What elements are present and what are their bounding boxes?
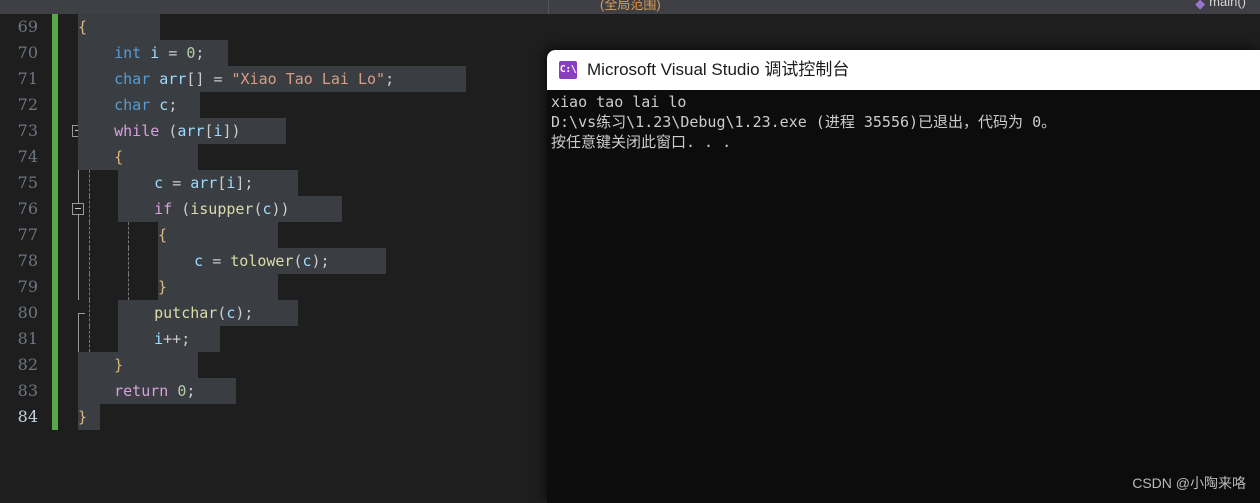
indent-guide xyxy=(89,300,90,326)
line-number: 70 xyxy=(17,43,38,62)
change-bar xyxy=(52,170,58,196)
line-number: 77 xyxy=(17,225,38,244)
line-number: 69 xyxy=(17,17,38,36)
console-output-area[interactable]: xiao tao lai lo D:\vs练习\1.23\Debug\1.23.… xyxy=(547,90,1260,503)
line-number: 78 xyxy=(17,251,38,270)
context-member-label: main() xyxy=(1209,0,1246,9)
line-number: 82 xyxy=(17,355,38,374)
line-number: 74 xyxy=(17,147,38,166)
line-number: 81 xyxy=(17,329,38,348)
code-text: c = tolower(c); xyxy=(158,248,386,274)
indent-guide xyxy=(128,222,129,248)
change-bar xyxy=(52,248,58,274)
code-text: } xyxy=(158,274,278,300)
console-output-line: xiao tao lai lo xyxy=(551,93,687,111)
line-number-current: 84 xyxy=(17,407,38,426)
code-line[interactable]: 69 { xyxy=(0,14,1260,40)
indent-guide xyxy=(89,170,90,196)
change-bar xyxy=(52,118,58,144)
indent-guide xyxy=(89,326,90,352)
console-output-line: 按任意键关闭此窗口. . . xyxy=(551,133,732,151)
outline-line xyxy=(78,222,79,248)
indent-guide xyxy=(128,248,129,274)
console-title-bar[interactable]: C:\ Microsoft Visual Studio 调试控制台 xyxy=(547,50,1260,90)
outline-line xyxy=(78,248,79,274)
outline-line xyxy=(78,313,79,326)
change-bar xyxy=(52,66,58,92)
code-text: putchar(c); xyxy=(118,300,298,326)
code-text: return 0; xyxy=(78,378,236,404)
change-bar xyxy=(52,92,58,118)
context-member-dropdown[interactable]: ◆ main() xyxy=(1195,0,1246,11)
method-icon: ◆ xyxy=(1195,0,1206,11)
context-bar-divider xyxy=(548,0,549,14)
indent-guide xyxy=(89,274,90,300)
indent-guide xyxy=(89,248,90,274)
outline-line xyxy=(78,326,79,352)
line-number: 73 xyxy=(17,121,38,140)
code-text: c = arr[i]; xyxy=(118,170,298,196)
change-bar xyxy=(52,404,58,430)
change-bar xyxy=(52,352,58,378)
line-number: 83 xyxy=(17,381,38,400)
outline-tick xyxy=(78,313,85,314)
line-number: 76 xyxy=(17,199,38,218)
change-bar xyxy=(52,378,58,404)
outline-line xyxy=(78,170,79,196)
change-bar xyxy=(52,14,58,40)
change-bar xyxy=(52,196,58,222)
code-text: } xyxy=(78,352,198,378)
indent-guide xyxy=(128,274,129,300)
line-number: 71 xyxy=(17,69,38,88)
code-text: { xyxy=(158,222,278,248)
change-bar xyxy=(52,40,58,66)
change-bar xyxy=(52,222,58,248)
indent-guide xyxy=(89,222,90,248)
editor-context-bar: (全局范围) ◆ main() xyxy=(0,0,1260,14)
change-bar xyxy=(52,274,58,300)
change-bar xyxy=(52,144,58,170)
code-text: { xyxy=(78,144,198,170)
code-text: char arr[] = "Xiao Tao Lai Lo"; xyxy=(78,66,466,92)
code-text: { xyxy=(78,14,160,40)
outline-line xyxy=(78,274,79,300)
debug-console-window[interactable]: C:\ Microsoft Visual Studio 调试控制台 xiao t… xyxy=(547,50,1260,503)
line-number: 80 xyxy=(17,303,38,322)
collapse-toggle-76[interactable] xyxy=(72,203,84,215)
context-scope-dropdown[interactable]: (全局范围) xyxy=(600,0,661,13)
code-text: int i = 0; xyxy=(78,40,228,66)
line-number: 75 xyxy=(17,173,38,192)
line-number: 72 xyxy=(17,95,38,114)
code-text: char c; xyxy=(78,92,200,118)
console-output-line: D:\vs练习\1.23\Debug\1.23.exe (进程 35556)已退… xyxy=(551,113,1057,131)
code-text: } xyxy=(78,404,100,430)
code-text: while (arr[i]) xyxy=(78,118,286,144)
code-text: if (isupper(c)) xyxy=(118,196,342,222)
code-text: i++; xyxy=(118,326,220,352)
line-number: 79 xyxy=(17,277,38,296)
change-bar xyxy=(52,326,58,352)
change-bar xyxy=(52,300,58,326)
console-title-label: Microsoft Visual Studio 调试控制台 xyxy=(587,60,850,79)
console-app-icon: C:\ xyxy=(559,61,577,79)
indent-guide xyxy=(89,196,90,222)
